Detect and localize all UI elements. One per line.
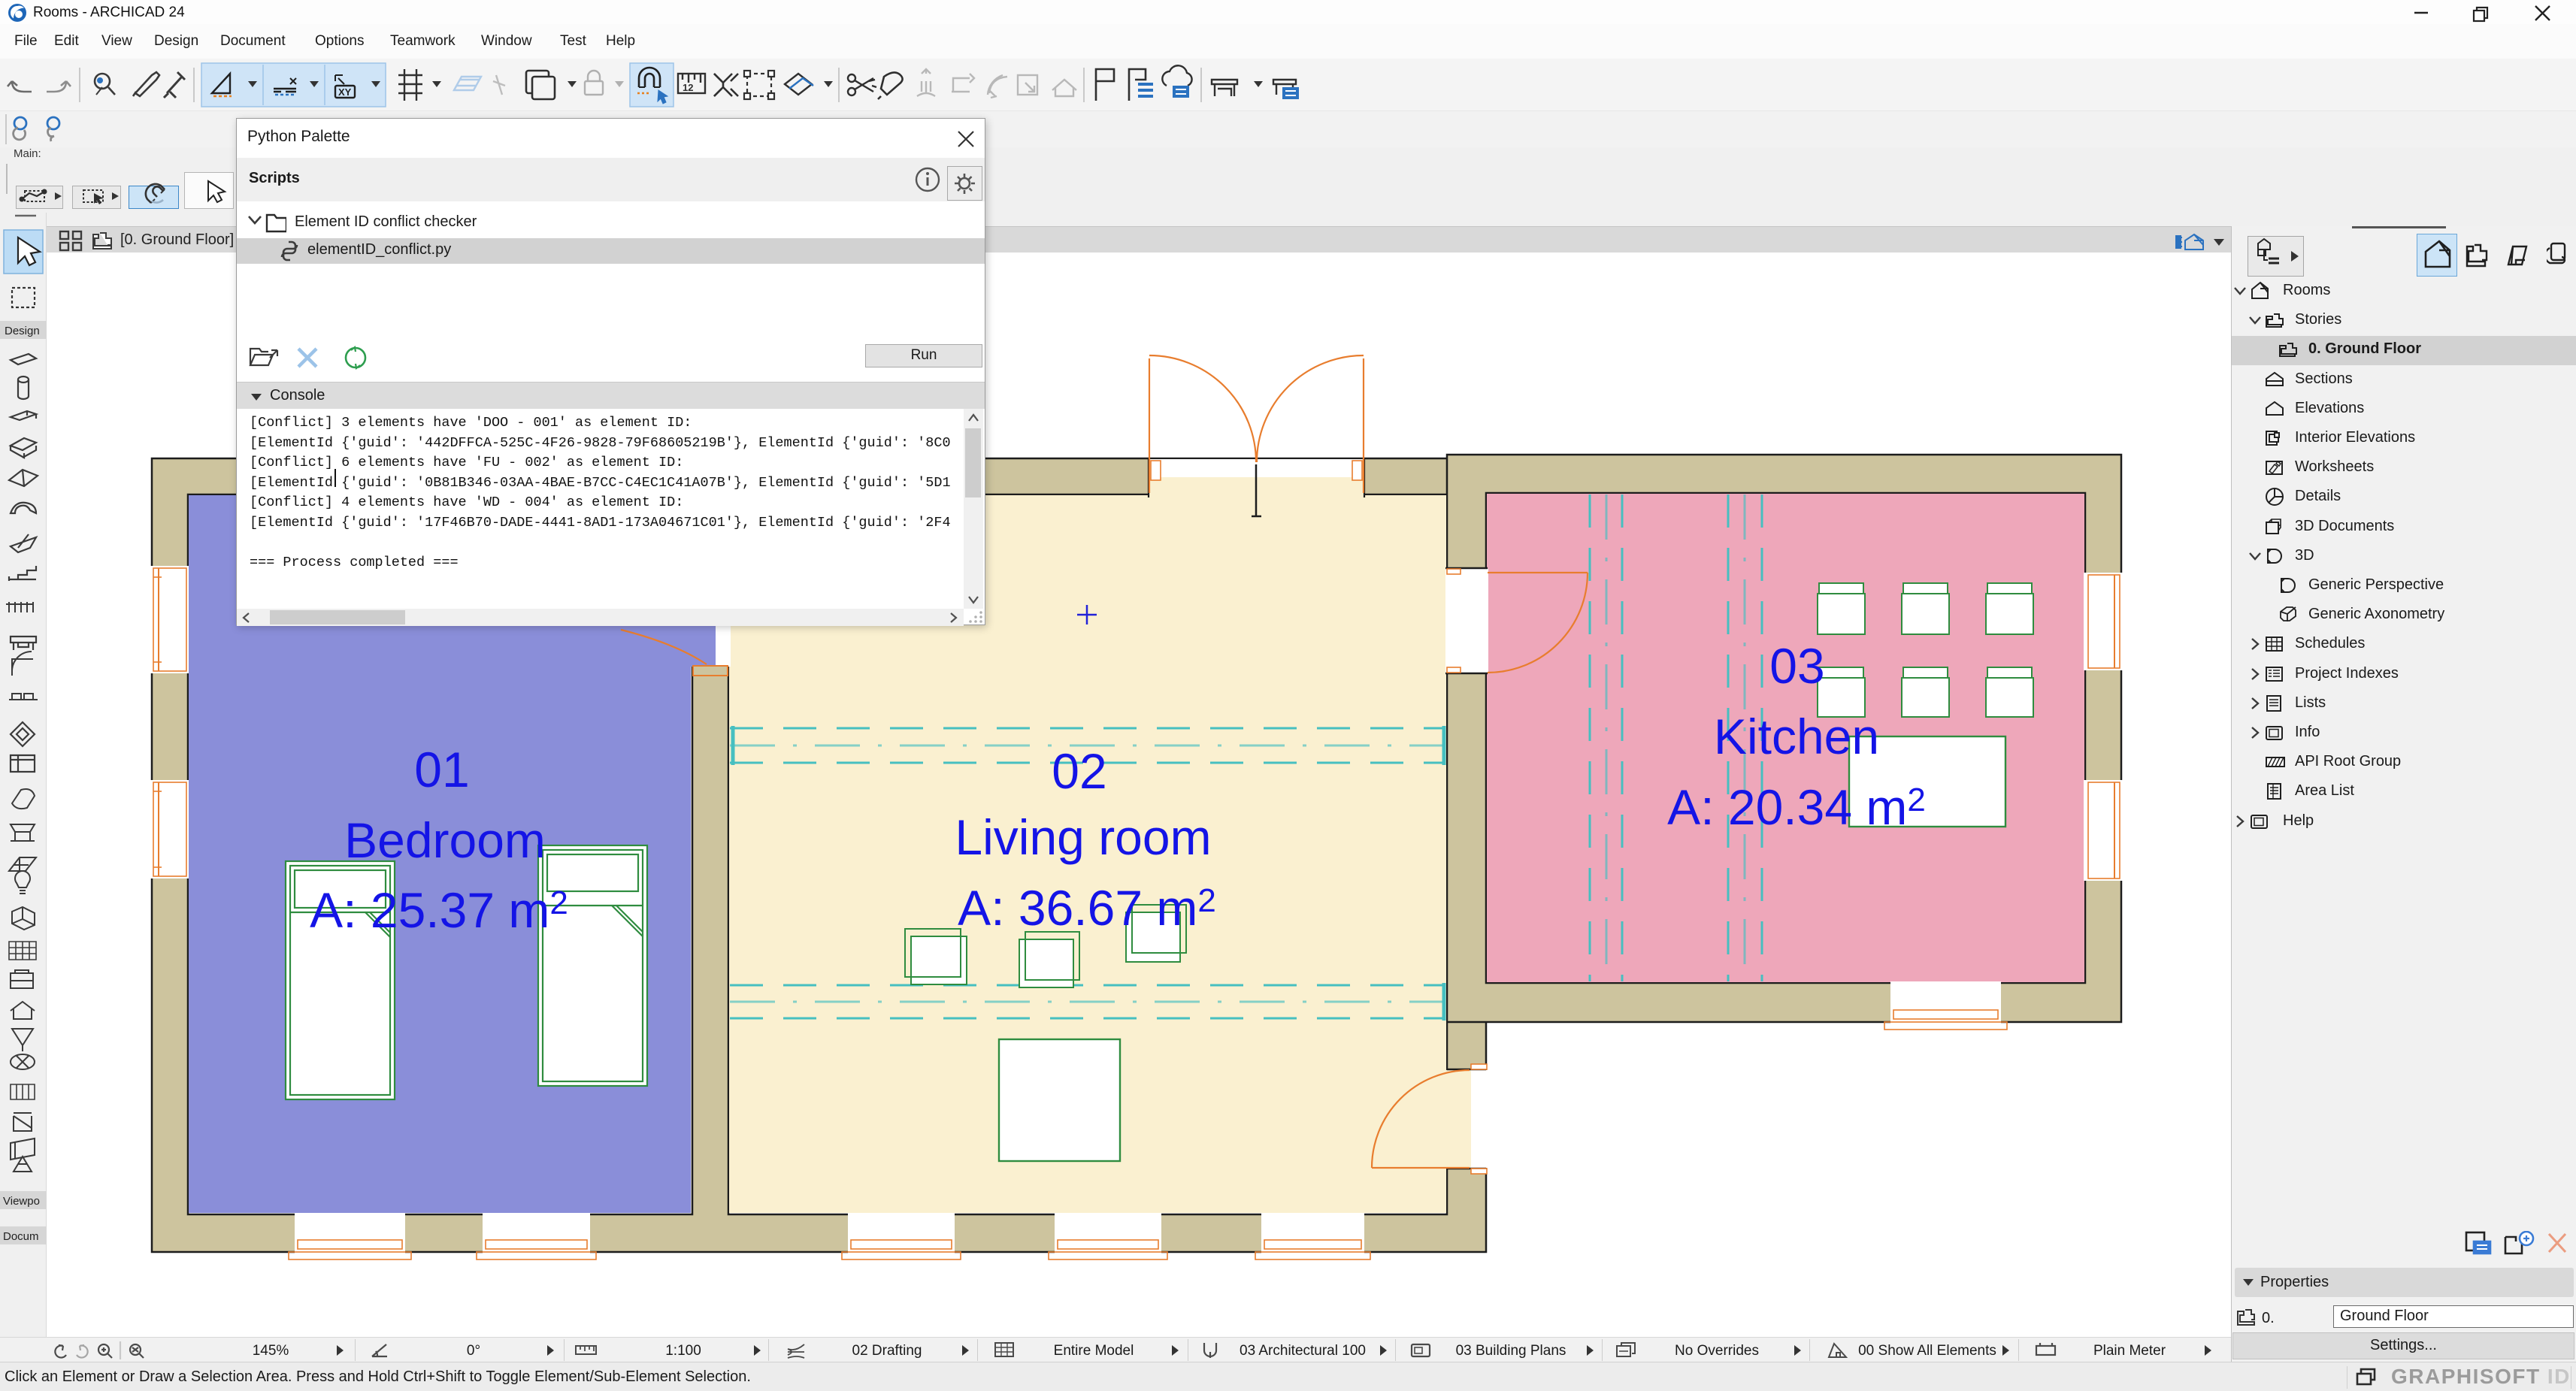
svg-text:Kitchen: Kitchen: [1714, 709, 1879, 764]
svg-text:A: 36.67 m2: A: 36.67 m2: [958, 880, 1216, 936]
svg-text:A: 25.37 m2: A: 25.37 m2: [310, 882, 568, 938]
svg-text:Bedroom: Bedroom: [344, 812, 546, 868]
svg-text:03: 03: [1769, 638, 1824, 694]
svg-text:Living room: Living room: [955, 809, 1211, 865]
svg-text:02: 02: [1052, 743, 1106, 799]
svg-text:01: 01: [414, 742, 469, 797]
svg-text:A: 20.34 m2: A: 20.34 m2: [1667, 779, 1926, 835]
